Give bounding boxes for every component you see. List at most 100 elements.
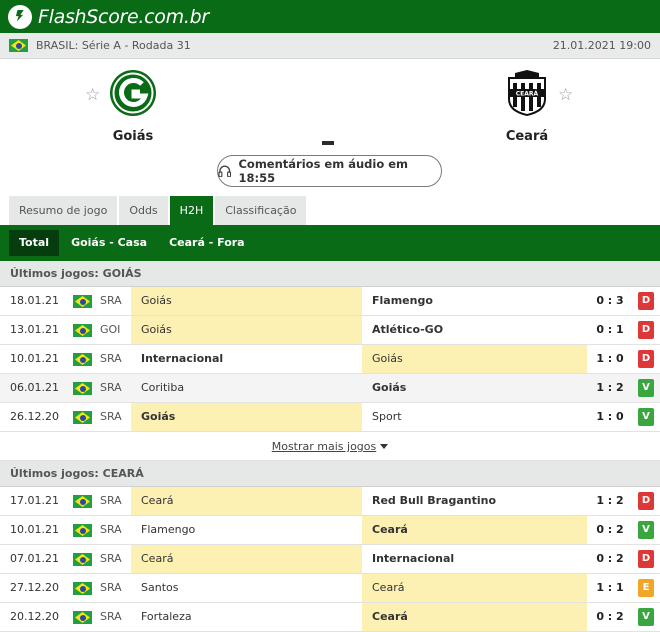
match-row[interactable]: 06.01.21 SRA Coritiba Goiás 1 : 2 V xyxy=(0,374,660,403)
headphones-icon xyxy=(218,165,232,177)
home-team: Goiás xyxy=(131,316,362,344)
result-badge: V xyxy=(638,608,654,626)
brazil-flag-icon xyxy=(73,611,92,624)
match-row[interactable]: 20.12.20 SRA Fortaleza Ceará 0 : 2 V xyxy=(0,603,660,632)
away-team: Goiás xyxy=(362,345,587,373)
competition: SRA xyxy=(100,352,122,365)
match-row[interactable]: 17.01.21 SRA Ceará Red Bull Bragantino 1… xyxy=(0,487,660,516)
score-separator xyxy=(322,141,334,145)
match-date: 10.01.21 xyxy=(10,523,59,536)
tournament-bar: BRASIL: Série A - Rodada 31 21.01.2021 1… xyxy=(0,33,660,59)
match-date: 07.01.21 xyxy=(10,552,59,565)
match-date: 10.01.21 xyxy=(10,352,59,365)
match-row[interactable]: 18.01.21 SRA Goiás Flamengo 0 : 3 D xyxy=(0,287,660,316)
result-badge: V xyxy=(638,379,654,397)
home-team: Flamengo xyxy=(141,523,196,536)
brazil-flag-icon xyxy=(73,524,92,537)
match-score: 0 : 2 xyxy=(596,523,624,536)
last-matches-ceara: Últimos jogos: CEARÁ 17.01.21 SRA Ceará … xyxy=(0,461,660,632)
subtab-home[interactable]: Goiás - Casa xyxy=(61,230,157,256)
home-team: Coritiba xyxy=(141,381,185,394)
ceara-crest-text: CEARÁ xyxy=(516,91,539,98)
site-header: FlashScore.com.br xyxy=(0,0,660,33)
flashscore-logo-icon[interactable] xyxy=(8,4,32,29)
match-datetime: 21.01.2021 19:00 xyxy=(552,39,651,52)
competition: SRA xyxy=(100,581,122,594)
audio-commentary-button[interactable]: Comentários em áudio em 18:55 xyxy=(217,155,442,187)
competition: SRA xyxy=(100,610,122,623)
ceara-crest-icon: CEARÁ xyxy=(503,69,551,117)
tab-classificacao[interactable]: Classificação xyxy=(215,196,307,225)
competition: SRA xyxy=(100,523,122,536)
caret-down-icon xyxy=(380,444,389,449)
home-team: Goiás xyxy=(131,287,362,315)
away-team-name[interactable]: Ceará xyxy=(467,129,587,144)
match-date: 18.01.21 xyxy=(10,294,59,307)
result-badge: E xyxy=(638,579,654,597)
match-score: 1 : 1 xyxy=(596,581,624,594)
match-score: 1 : 2 xyxy=(596,494,624,507)
match-score: 1 : 0 xyxy=(596,410,624,423)
match-score: 1 : 0 xyxy=(596,352,624,365)
brazil-flag-icon xyxy=(73,295,92,308)
brazil-flag-icon xyxy=(73,382,92,395)
away-team: Ceará xyxy=(362,603,587,631)
brazil-flag-icon xyxy=(9,39,28,52)
away-team: Sport xyxy=(372,410,402,423)
home-team[interactable]: Goiás xyxy=(73,69,193,144)
away-team: Red Bull Bragantino xyxy=(372,494,496,507)
match-date: 13.01.21 xyxy=(10,323,59,336)
tab-odds[interactable]: Odds xyxy=(119,196,168,225)
match-date: 17.01.21 xyxy=(10,494,59,507)
match-score: 0 : 2 xyxy=(596,610,624,623)
match-row[interactable]: 10.01.21 SRA Internacional Goiás 1 : 0 D xyxy=(0,345,660,374)
competition: SRA xyxy=(100,494,122,507)
away-team[interactable]: CEARÁ Ceará xyxy=(467,69,587,144)
result-badge: V xyxy=(638,408,654,426)
brazil-flag-icon xyxy=(73,495,92,508)
section-title: Últimos jogos: GOIÁS xyxy=(0,261,660,287)
match-date: 27.12.20 xyxy=(10,581,59,594)
away-team: Flamengo xyxy=(372,294,433,307)
show-more-link[interactable]: Mostrar mais jogos xyxy=(272,440,377,453)
competition: SRA xyxy=(100,381,122,394)
brazil-flag-icon xyxy=(73,324,92,337)
subtab-total[interactable]: Total xyxy=(9,230,60,256)
away-team: Internacional xyxy=(372,552,455,565)
result-badge: D xyxy=(638,350,654,368)
match-row[interactable]: 13.01.21 GOI Goiás Atlético-GO 0 : 1 D xyxy=(0,316,660,345)
match-score: 0 : 2 xyxy=(596,552,624,565)
match-row[interactable]: 27.12.20 SRA Santos Ceará 1 : 1 E xyxy=(0,574,660,603)
h2h-subtabs: Total Goiás - Casa Ceará - Fora xyxy=(0,225,660,261)
section-title: Últimos jogos: CEARÁ xyxy=(0,461,660,487)
match-date: 26.12.20 xyxy=(10,410,59,423)
brazil-flag-icon xyxy=(73,582,92,595)
show-more-matches[interactable]: Mostrar mais jogos xyxy=(0,432,660,461)
result-badge: D xyxy=(638,292,654,310)
match-header: ☆ Goiás ☆ CEARÁ Ceará Comentários em áud… xyxy=(0,59,660,195)
home-team: Internacional xyxy=(141,352,224,365)
brazil-flag-icon xyxy=(73,353,92,366)
home-team: Ceará xyxy=(131,487,362,515)
result-badge: D xyxy=(638,321,654,339)
home-team-name[interactable]: Goiás xyxy=(73,129,193,144)
match-row[interactable]: 07.01.21 SRA Ceará Internacional 0 : 2 D xyxy=(0,545,660,574)
tab-resumo[interactable]: Resumo de jogo xyxy=(9,196,118,225)
brazil-flag-icon xyxy=(73,553,92,566)
away-team: Ceará xyxy=(362,516,587,544)
tournament-name[interactable]: BRASIL: Série A - Rodada 31 xyxy=(36,39,191,52)
home-team: Santos xyxy=(141,581,179,594)
match-row[interactable]: 26.12.20 SRA Goiás Sport 1 : 0 V xyxy=(0,403,660,432)
tab-h2h[interactable]: H2H xyxy=(169,196,214,225)
match-row[interactable]: 10.01.21 SRA Flamengo Ceará 0 : 2 V xyxy=(0,516,660,545)
competition: GOI xyxy=(100,323,121,336)
result-badge: V xyxy=(638,521,654,539)
home-team: Ceará xyxy=(131,545,362,573)
home-team: Fortaleza xyxy=(141,610,192,623)
subtab-away[interactable]: Ceará - Fora xyxy=(159,230,255,256)
audio-commentary-label: Comentários em áudio em 18:55 xyxy=(238,157,409,185)
match-date: 06.01.21 xyxy=(10,381,59,394)
site-logo[interactable]: FlashScore.com.br xyxy=(38,6,209,28)
match-date: 20.12.20 xyxy=(10,610,59,623)
goias-crest-icon xyxy=(109,69,157,117)
